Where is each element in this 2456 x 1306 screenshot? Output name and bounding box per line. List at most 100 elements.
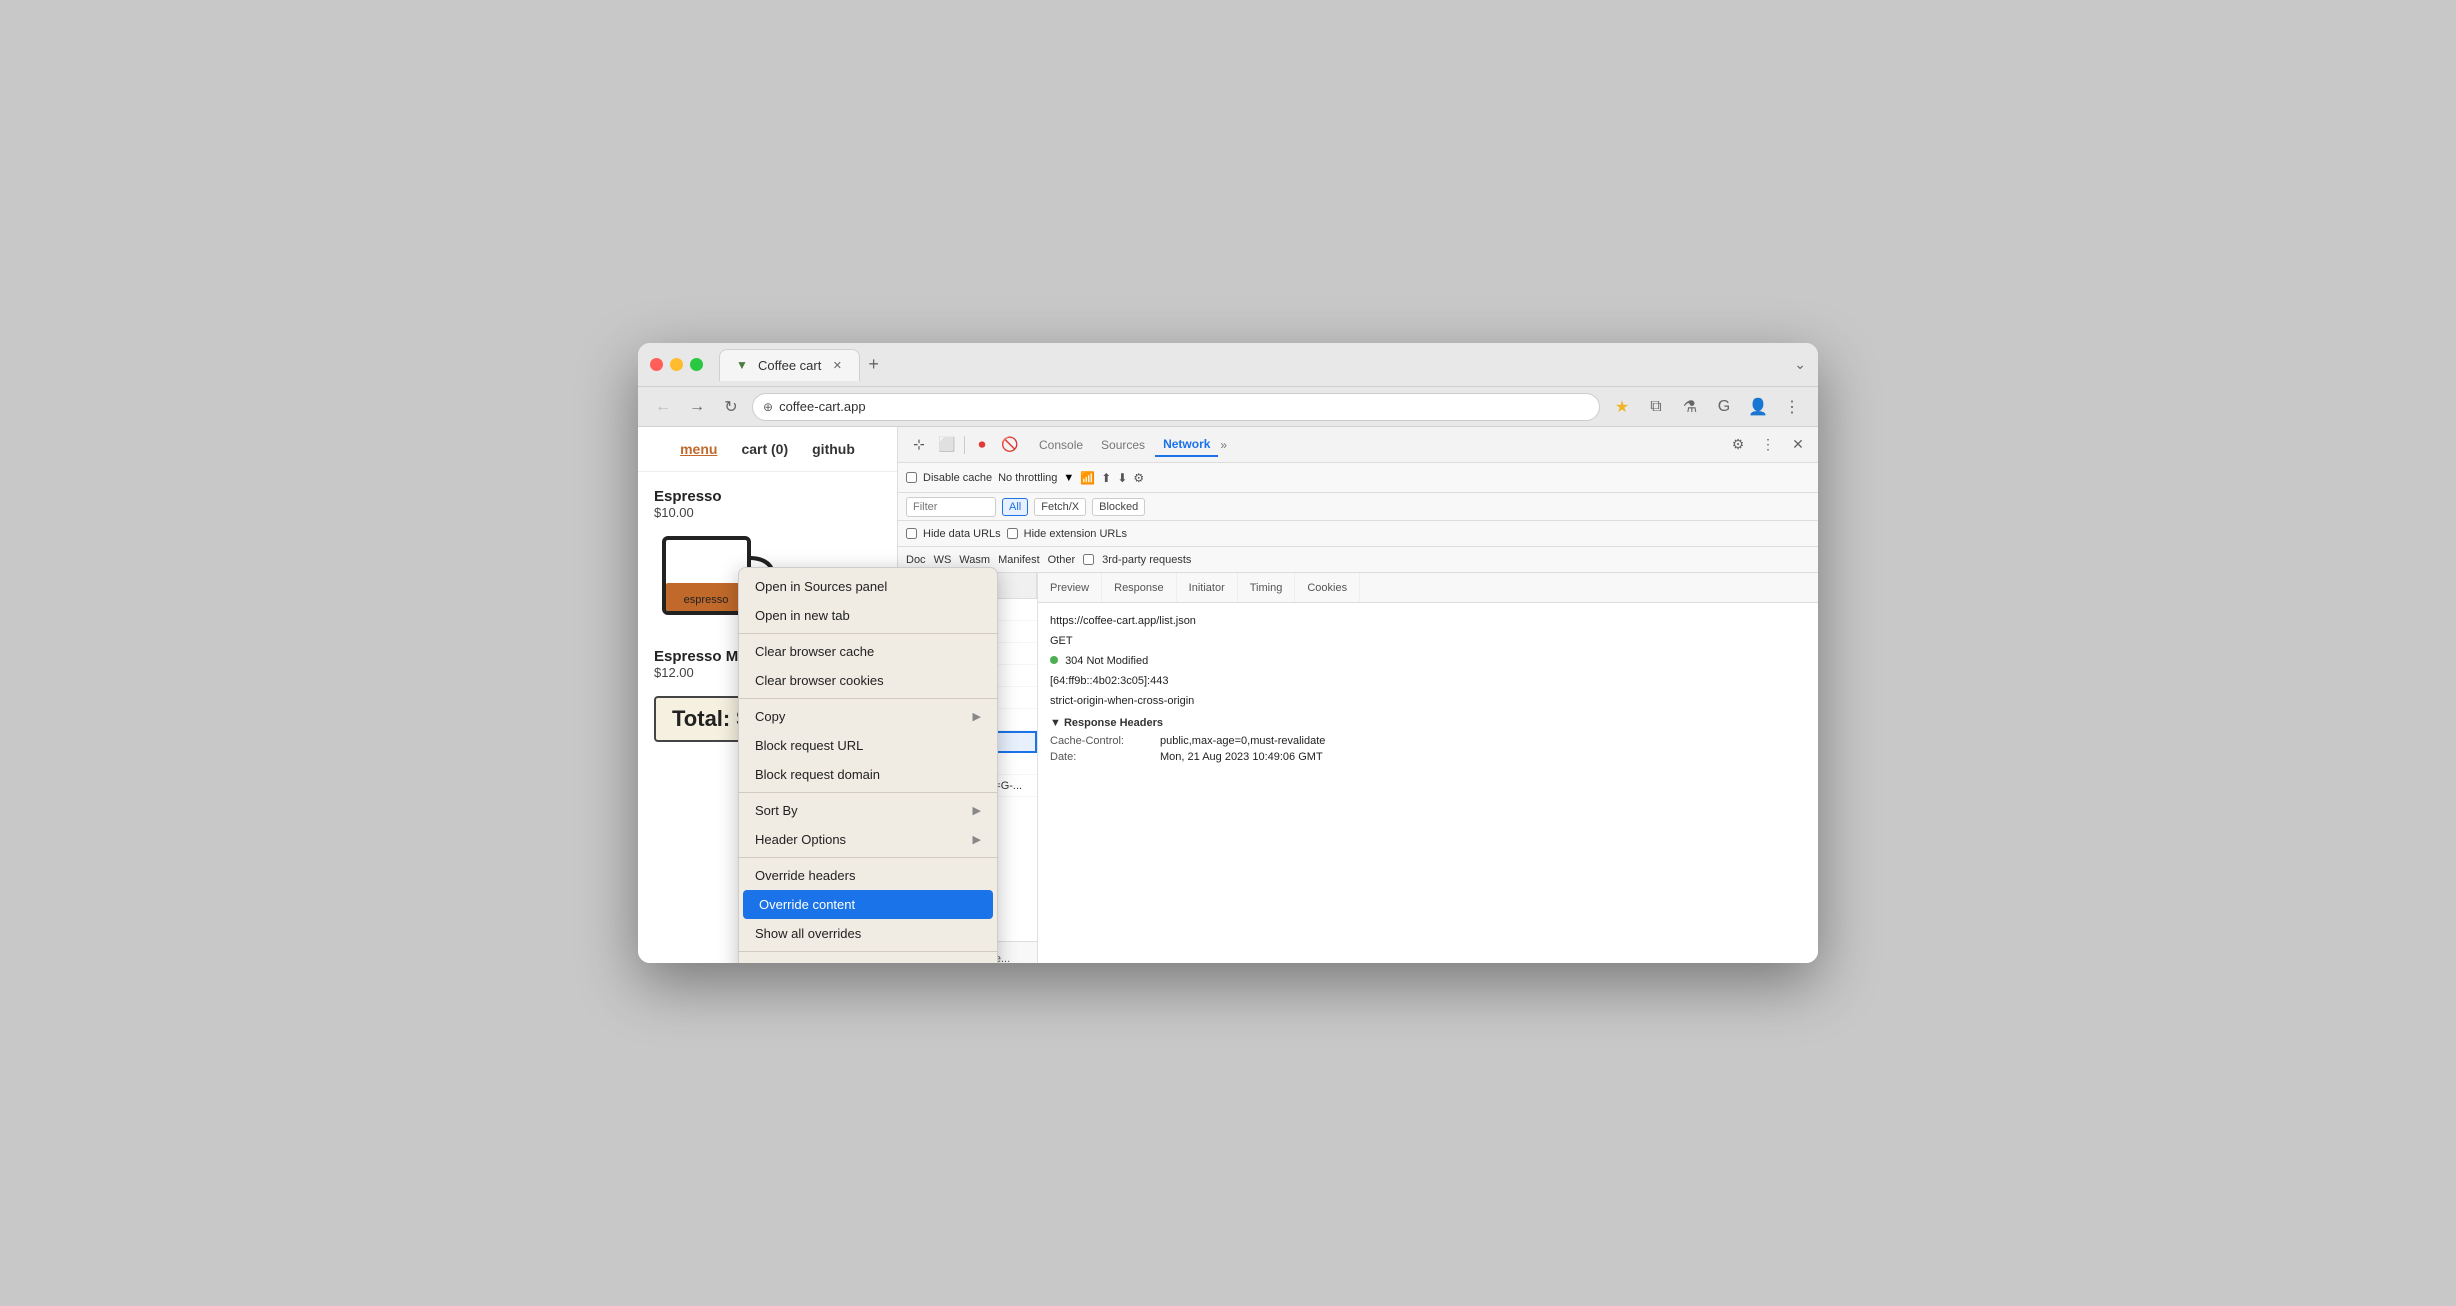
tab-cookies[interactable]: Cookies (1295, 573, 1360, 602)
devtools-tabs-container: Console Sources Network » (1031, 433, 1718, 457)
tab-more-button[interactable]: » (1220, 438, 1227, 452)
ctx-override-content[interactable]: Override content (743, 890, 993, 919)
ctx-show-all-overrides[interactable]: Show all overrides (739, 919, 997, 948)
wifi-icon[interactable]: 📶 (1080, 471, 1095, 485)
espresso-price: $10.00 (654, 505, 881, 520)
details-tabs: Preview Response Initiator Timing Cookie… (1038, 573, 1818, 603)
detail-method-row: GET (1050, 635, 1806, 647)
tab-list-button[interactable]: ⌄ (1794, 356, 1806, 373)
ctx-label: Copy (755, 709, 785, 724)
back-button[interactable]: ← (650, 394, 676, 420)
ctx-clear-cookies[interactable]: Clear browser cookies (739, 666, 997, 695)
ctx-label: Show all overrides (755, 926, 861, 941)
ctx-block-domain[interactable]: Block request domain (739, 760, 997, 789)
nav-github[interactable]: github (812, 441, 855, 457)
network-conditions-icon[interactable]: ⚙ (1133, 471, 1144, 485)
ctx-label: Block request URL (755, 738, 863, 753)
type-other[interactable]: Other (1048, 554, 1076, 566)
nav-cart[interactable]: cart (0) (741, 441, 788, 457)
response-headers-title: ▼ Response Headers (1050, 717, 1806, 729)
minimize-button[interactable] (670, 358, 683, 371)
clear-button[interactable]: 🚫 (997, 432, 1023, 458)
profile-button[interactable]: 👤 (1744, 393, 1772, 421)
hide-extension-urls-label: Hide extension URLs (1024, 528, 1127, 540)
ctx-label: Override content (759, 897, 855, 912)
device-toolbar-button[interactable]: ⬜ (934, 432, 960, 458)
devtools-settings-button[interactable]: ⚙ (1726, 433, 1750, 457)
inspect-element-button[interactable]: ⊹ (906, 432, 932, 458)
forward-button[interactable]: → (684, 394, 710, 420)
tab-timing[interactable]: Timing (1238, 573, 1296, 602)
detail-remote-row: [64:ff9b::4b02:3c05]:443 (1050, 675, 1806, 687)
bookmark-button[interactable]: ★ (1608, 393, 1636, 421)
reload-button[interactable]: ↻ (718, 394, 744, 420)
detail-url-row: https://coffee-cart.app/list.json (1050, 615, 1806, 627)
ctx-copy[interactable]: Copy ▶ (739, 702, 997, 731)
ctx-sort-by[interactable]: Sort By ▶ (739, 796, 997, 825)
filter-blocked[interactable]: Blocked (1092, 498, 1145, 516)
tab-sources[interactable]: Sources (1093, 434, 1153, 456)
new-tab-button[interactable]: + (860, 354, 887, 375)
ctx-override-headers[interactable]: Override headers (739, 861, 997, 890)
espresso-name: Espresso (654, 488, 881, 505)
type-doc[interactable]: Doc (906, 554, 926, 566)
filter-fetch[interactable]: Fetch/X (1034, 498, 1086, 516)
detail-referrer-row: strict-origin-when-cross-origin (1050, 695, 1806, 707)
devtools-close-button[interactable]: ✕ (1786, 433, 1810, 457)
ctx-block-url[interactable]: Block request URL (739, 731, 997, 760)
rh-key: Cache-Control: (1050, 735, 1160, 747)
close-button[interactable] (650, 358, 663, 371)
type-manifest[interactable]: Manifest (998, 554, 1040, 566)
submenu-arrow-icon: ▶ (973, 804, 981, 817)
throttling-select[interactable]: No throttling (998, 472, 1057, 484)
devtools-topbar-right: ⚙ ⋮ ✕ (1726, 433, 1810, 457)
ctx-divider (739, 792, 997, 793)
url-bar[interactable]: ⊕ coffee-cart.app (752, 393, 1600, 421)
third-party-checkbox[interactable] (1083, 554, 1094, 565)
context-menu: Open in Sources panel Open in new tab Cl… (738, 567, 998, 963)
labs-button[interactable]: ⚗ (1676, 393, 1704, 421)
tab-initiator[interactable]: Initiator (1177, 573, 1238, 602)
record-button[interactable]: ⏺ (969, 432, 995, 458)
ctx-label: Open in Sources panel (755, 579, 887, 594)
filter-all[interactable]: All (1002, 498, 1028, 516)
ctx-header-options[interactable]: Header Options ▶ (739, 825, 997, 854)
toolbar-right: ★ ⧉ ⚗ G 👤 ⋮ (1608, 393, 1806, 421)
tab-console[interactable]: Console (1031, 434, 1091, 456)
ctx-clear-cache[interactable]: Clear browser cache (739, 637, 997, 666)
ctx-save-har[interactable]: Save all as HAR with content (739, 955, 997, 963)
filter-input[interactable] (906, 497, 996, 517)
ctx-divider (739, 857, 997, 858)
upload-icon[interactable]: ⬆ (1101, 471, 1111, 485)
type-ws[interactable]: WS (934, 554, 952, 566)
download-icon[interactable]: ⬇ (1117, 471, 1127, 485)
tab-close-button[interactable]: ✕ (829, 357, 845, 373)
devtools-main: Name ≡ coffee-ca... ☑ normalize... ■ (898, 573, 1818, 963)
maximize-button[interactable] (690, 358, 703, 371)
url-filter-row: Hide data URLs Hide extension URLs (898, 521, 1818, 547)
active-tab[interactable]: ▼ Coffee cart ✕ (719, 349, 860, 381)
tab-bar: ▼ Coffee cart ✕ + ⌄ (719, 349, 1806, 381)
devtools-topbar: ⊹ ⬜ ⏺ 🚫 Console Sources Network » ⚙ ⋮ ✕ (898, 427, 1818, 463)
tab-response[interactable]: Response (1102, 573, 1177, 602)
ctx-label: Override headers (755, 868, 855, 883)
title-bar: ▼ Coffee cart ✕ + ⌄ (638, 343, 1818, 387)
type-wasm[interactable]: Wasm (959, 554, 990, 566)
tab-preview[interactable]: Preview (1038, 573, 1102, 602)
devtools-more-button[interactable]: ⋮ (1756, 433, 1780, 457)
security-icon: ⊕ (763, 400, 773, 414)
submenu-arrow-icon: ▶ (973, 710, 981, 723)
extensions-button[interactable]: ⧉ (1642, 393, 1670, 421)
request-type-row: Doc WS Wasm Manifest Other 3rd-party req… (898, 547, 1818, 573)
nav-menu[interactable]: menu (680, 441, 717, 457)
ctx-open-new-tab[interactable]: Open in new tab (739, 601, 997, 630)
tab-network[interactable]: Network (1155, 433, 1218, 457)
status-dot-icon (1050, 656, 1058, 664)
ctx-open-sources[interactable]: Open in Sources panel (739, 572, 997, 601)
google-button[interactable]: G (1710, 393, 1738, 421)
hide-extension-urls-checkbox[interactable] (1007, 528, 1018, 539)
disable-cache-checkbox[interactable] (906, 472, 917, 483)
menu-button[interactable]: ⋮ (1778, 393, 1806, 421)
hide-data-urls-checkbox[interactable] (906, 528, 917, 539)
address-bar: ← → ↻ ⊕ coffee-cart.app ★ ⧉ ⚗ G 👤 ⋮ (638, 387, 1818, 427)
